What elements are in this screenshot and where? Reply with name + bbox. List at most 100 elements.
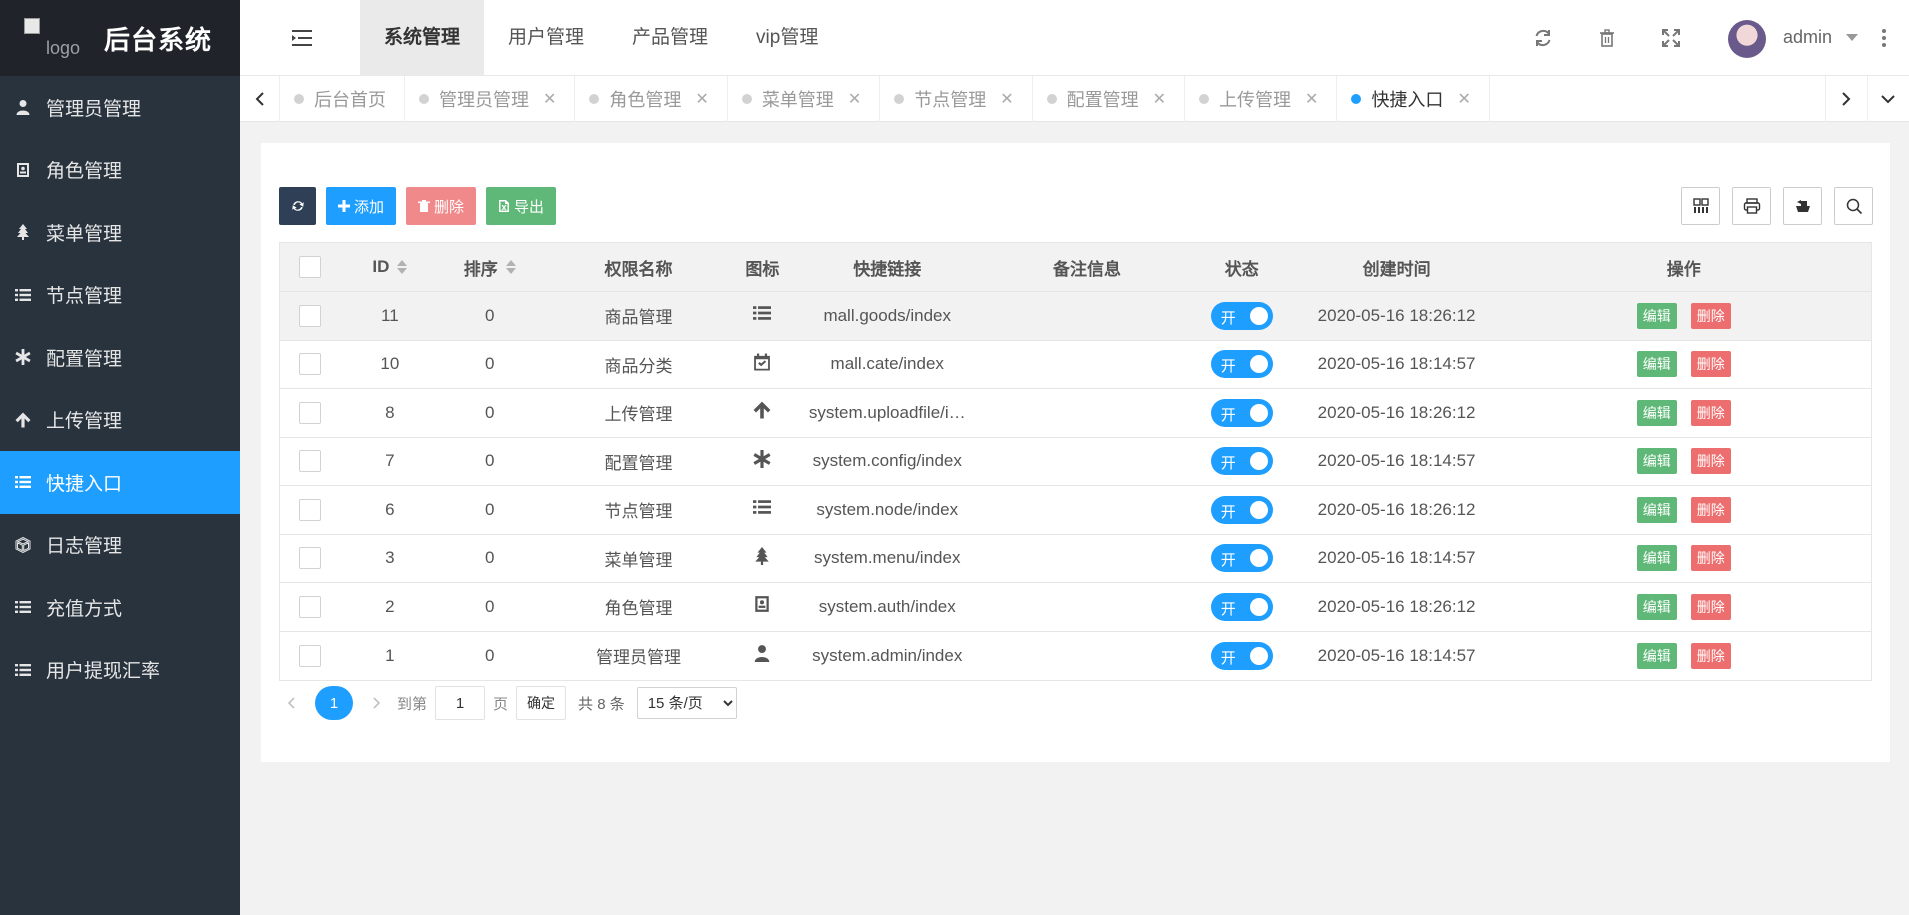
edit-button[interactable]: 编辑 — [1636, 642, 1677, 669]
page-tab[interactable]: 配置管理 ✕ — [1033, 76, 1186, 122]
status-switch[interactable]: 开 — [1210, 495, 1273, 524]
prev-page-icon[interactable] — [279, 686, 305, 720]
row-checkbox[interactable] — [298, 547, 321, 570]
page-tab[interactable]: 上传管理 ✕ — [1185, 76, 1338, 122]
page-unit-label: 页 — [493, 695, 509, 713]
page-size-select[interactable]: 10 条/页15 条/页20 条/页30 条/页 — [636, 687, 737, 719]
trash-icon[interactable] — [1597, 28, 1617, 48]
sidebar-item[interactable]: 用户提现汇率 — [0, 639, 240, 702]
edit-button[interactable]: 编辑 — [1636, 545, 1677, 572]
page-tab[interactable]: 角色管理 ✕ — [575, 76, 728, 122]
row-checkbox[interactable] — [298, 304, 321, 327]
fullscreen-icon[interactable] — [1661, 28, 1681, 48]
sidebar-item[interactable]: 角色管理 — [0, 139, 240, 202]
tree-icon — [14, 223, 32, 241]
status-switch[interactable]: 开 — [1210, 544, 1273, 573]
select-all-checkbox[interactable] — [298, 256, 321, 278]
row-checkbox[interactable] — [298, 353, 321, 376]
top-nav-tab[interactable]: vip管理 — [732, 0, 842, 76]
top-nav-tab[interactable]: 系统管理 — [360, 0, 485, 76]
page-tab[interactable]: 菜单管理 ✕ — [728, 76, 881, 122]
edit-button[interactable]: 编辑 — [1636, 399, 1677, 426]
menu-toggle-icon[interactable] — [292, 28, 314, 48]
status-switch[interactable]: 开 — [1210, 398, 1273, 427]
search-button[interactable] — [1834, 187, 1873, 225]
close-icon[interactable]: ✕ — [1457, 89, 1470, 109]
refresh-icon[interactable] — [1533, 28, 1553, 48]
header: 系统管理 用户管理 产品管理 vip管理 admin — [240, 0, 1909, 76]
tabs-scroll-left-icon[interactable] — [240, 76, 280, 122]
confirm-page-button[interactable]: 确定 — [516, 686, 567, 720]
avatar[interactable] — [1728, 20, 1766, 58]
row-checkbox[interactable] — [298, 595, 321, 618]
cell-time: 2020-05-16 18:14:57 — [1317, 451, 1476, 471]
sidebar-item[interactable]: 菜单管理 — [0, 201, 240, 264]
sidebar-item[interactable]: 日志管理 — [0, 514, 240, 577]
edit-button[interactable]: 编辑 — [1636, 302, 1677, 329]
column-header-cell[interactable]: ID — [340, 257, 440, 277]
column-filter-button[interactable] — [1681, 187, 1720, 225]
row-delete-button[interactable]: 删除 — [1690, 351, 1731, 378]
edit-button[interactable]: 编辑 — [1636, 593, 1677, 620]
row-checkbox[interactable] — [298, 401, 321, 424]
status-switch[interactable]: 开 — [1210, 447, 1273, 476]
print-button[interactable] — [1732, 187, 1771, 225]
page-tab[interactable]: 管理员管理 ✕ — [405, 76, 576, 122]
row-delete-button[interactable]: 删除 — [1690, 496, 1731, 523]
row-delete-button[interactable]: 删除 — [1690, 448, 1731, 475]
page-tabs: 后台首页 管理员管理 ✕ 角色管理 ✕ 菜单管理 ✕ 节点管理 ✕ 配置管理 ✕ 上传管理 ✕ 快捷入口 ✕ — [280, 76, 1490, 122]
status-switch[interactable]: 开 — [1210, 301, 1273, 330]
row-delete-button[interactable]: 删除 — [1690, 399, 1731, 426]
sidebar-item[interactable]: 管理员管理 — [0, 76, 240, 139]
sidebar-item[interactable]: 快捷入口 — [0, 451, 240, 514]
page-tab[interactable]: 后台首页 — [280, 76, 405, 122]
close-icon[interactable]: ✕ — [1153, 89, 1166, 109]
top-nav-tab[interactable]: 产品管理 — [608, 0, 732, 76]
next-page-icon[interactable] — [363, 686, 389, 720]
close-icon[interactable]: ✕ — [543, 89, 556, 109]
more-vertical-icon[interactable] — [1881, 28, 1887, 48]
add-button[interactable]: 添加 — [326, 187, 397, 225]
delete-button[interactable]: 删除 — [406, 187, 477, 225]
row-checkbox[interactable] — [298, 450, 321, 473]
sidebar-item[interactable]: 配置管理 — [0, 326, 240, 389]
row-checkbox[interactable] — [298, 498, 321, 521]
status-switch[interactable]: 开 — [1210, 350, 1273, 379]
export-table-button[interactable] — [1783, 187, 1822, 225]
page-number-input[interactable] — [435, 686, 486, 720]
row-delete-button[interactable]: 删除 — [1690, 593, 1731, 620]
edit-button[interactable]: 编辑 — [1636, 496, 1677, 523]
column-header-cell: 状态 — [1187, 255, 1297, 280]
tabs-scroll-right-icon[interactable] — [1825, 76, 1865, 122]
row-delete-button[interactable]: 删除 — [1690, 545, 1731, 572]
close-icon[interactable]: ✕ — [1305, 89, 1318, 109]
sort-icon[interactable] — [397, 260, 408, 274]
sort-icon[interactable] — [505, 260, 516, 274]
close-icon[interactable]: ✕ — [848, 89, 861, 109]
edit-button[interactable]: 编辑 — [1636, 448, 1677, 475]
column-header-cell[interactable]: 排序 — [440, 255, 540, 280]
chevron-down-icon[interactable] — [1846, 34, 1858, 41]
current-page[interactable]: 1 — [315, 686, 353, 720]
sidebar-item[interactable]: 上传管理 — [0, 389, 240, 452]
row-checkbox[interactable] — [298, 644, 321, 667]
page-tab[interactable]: 节点管理 ✕ — [880, 76, 1033, 122]
page-tab[interactable]: 快捷入口 ✕ — [1337, 76, 1490, 122]
table-tools — [1681, 187, 1873, 225]
refresh-button[interactable] — [279, 187, 316, 225]
top-nav-tab[interactable]: 用户管理 — [484, 0, 608, 76]
export-button[interactable]: 导出 — [486, 187, 557, 225]
close-icon[interactable]: ✕ — [695, 89, 708, 109]
cell-id: 8 — [385, 402, 395, 422]
row-delete-button[interactable]: 删除 — [1690, 302, 1731, 329]
edit-button[interactable]: 编辑 — [1636, 351, 1677, 378]
status-switch[interactable]: 开 — [1210, 592, 1273, 621]
sidebar-item[interactable]: 充值方式 — [0, 576, 240, 639]
status-switch[interactable]: 开 — [1210, 641, 1273, 670]
tabs-dropdown-icon[interactable] — [1867, 76, 1907, 122]
page-tabs-bar: 后台首页 管理员管理 ✕ 角色管理 ✕ 菜单管理 ✕ 节点管理 ✕ 配置管理 ✕ 上传管理 ✕ 快捷入口 ✕ — [240, 76, 1909, 122]
user-name[interactable]: admin — [1783, 27, 1832, 48]
close-icon[interactable]: ✕ — [1000, 89, 1013, 109]
row-delete-button[interactable]: 删除 — [1690, 642, 1731, 669]
sidebar-item[interactable]: 节点管理 — [0, 264, 240, 327]
